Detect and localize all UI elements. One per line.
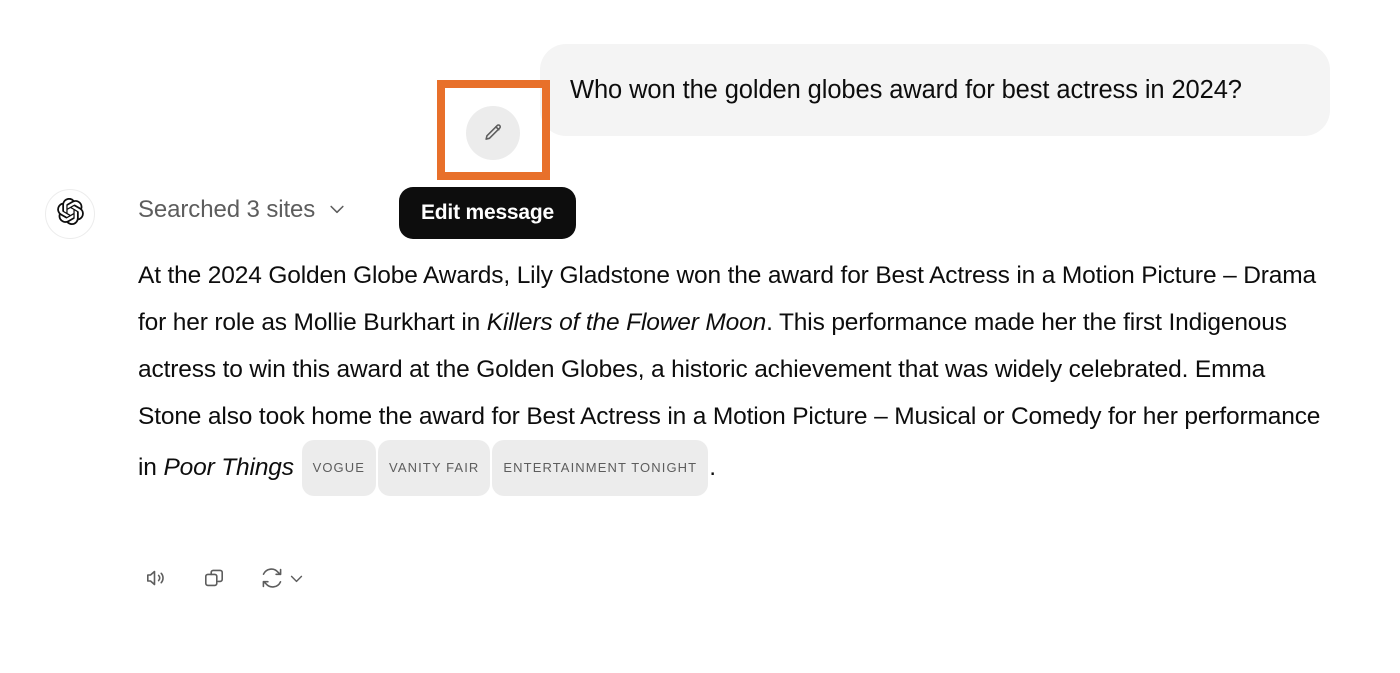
- edit-message-tooltip: Edit message: [399, 187, 576, 239]
- answer-part-3: .: [709, 454, 716, 481]
- user-message-turn: Who won the golden globes award for best…: [0, 44, 1400, 239]
- movie-title-1: Killers of the Flower Moon: [486, 309, 767, 336]
- speaker-icon: [144, 566, 168, 590]
- pencil-icon: [482, 122, 504, 144]
- regenerate-button[interactable]: [256, 562, 309, 594]
- user-message-bubble: Who won the golden globes award for best…: [540, 44, 1330, 136]
- movie-title-2: Poor Things: [163, 454, 294, 481]
- openai-logo-icon: [56, 197, 84, 230]
- citation-chip[interactable]: ENTERTAINMENT TONIGHT: [492, 440, 709, 496]
- assistant-answer-text: At the 2024 Golden Globe Awards, Lily Gl…: [138, 252, 1323, 496]
- search-status-toggle[interactable]: Searched 3 sites: [138, 196, 347, 224]
- search-status-label: Searched 3 sites: [138, 196, 316, 223]
- copy-icon: [202, 566, 226, 590]
- copy-button[interactable]: [198, 562, 230, 594]
- user-message-text: Who won the golden globes award for best…: [570, 75, 1242, 104]
- chevron-down-icon: [288, 570, 305, 587]
- assistant-avatar: [45, 189, 95, 239]
- chevron-down-icon: [327, 199, 347, 224]
- edit-message-button[interactable]: [466, 106, 520, 160]
- read-aloud-button[interactable]: [140, 562, 172, 594]
- citation-chip[interactable]: VANITY FAIR: [378, 440, 491, 496]
- message-action-bar: [140, 562, 309, 594]
- tooltip-label: Edit message: [421, 201, 554, 224]
- refresh-icon: [260, 566, 284, 590]
- citation-chip[interactable]: VOGUE: [301, 440, 377, 496]
